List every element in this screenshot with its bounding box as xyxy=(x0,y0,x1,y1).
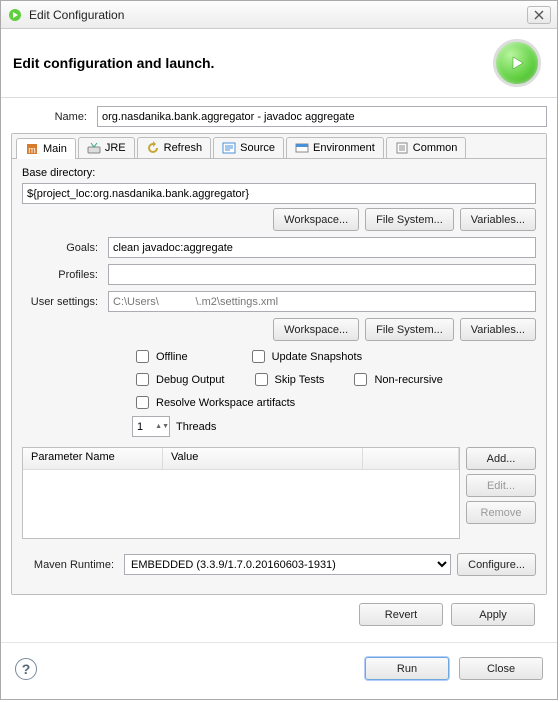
remove-button[interactable]: Remove xyxy=(466,501,536,524)
titlebar: Edit Configuration xyxy=(1,1,557,29)
name-input[interactable] xyxy=(97,106,547,127)
tab-container: m Main JRE Refresh Source Environm xyxy=(11,133,547,595)
file-system-button-1[interactable]: File System... xyxy=(365,208,454,231)
threads-label: Threads xyxy=(176,421,216,433)
user-settings-input[interactable] xyxy=(108,291,536,312)
threads-spinner[interactable]: 1 ▲▼ xyxy=(132,416,170,437)
add-button[interactable]: Add... xyxy=(466,447,536,470)
tab-refresh[interactable]: Refresh xyxy=(137,137,212,158)
refresh-icon xyxy=(146,141,160,155)
base-dir-input[interactable] xyxy=(22,183,536,204)
svg-text:m: m xyxy=(28,145,36,155)
offline-checkbox[interactable]: Offline xyxy=(132,347,188,366)
user-settings-label: User settings: xyxy=(22,296,102,308)
tab-source[interactable]: Source xyxy=(213,137,284,158)
file-system-button-2[interactable]: File System... xyxy=(365,318,454,341)
goals-label: Goals: xyxy=(22,242,102,254)
revert-button[interactable]: Revert xyxy=(359,603,443,626)
tab-jre[interactable]: JRE xyxy=(78,137,135,158)
profiles-input[interactable] xyxy=(108,264,536,285)
tab-source-label: Source xyxy=(240,142,275,154)
window-title: Edit Configuration xyxy=(29,8,527,22)
tab-environment-label: Environment xyxy=(313,142,375,154)
configure-button[interactable]: Configure... xyxy=(457,553,536,576)
run-button[interactable]: Run xyxy=(365,657,449,680)
goals-input[interactable] xyxy=(108,237,536,258)
maven-icon: m xyxy=(25,142,39,156)
close-button[interactable]: Close xyxy=(459,657,543,680)
run-icon xyxy=(493,39,541,87)
variables-button-1[interactable]: Variables... xyxy=(460,208,536,231)
dialog-header: Edit configuration and launch. xyxy=(1,29,557,98)
dialog-title: Edit configuration and launch. xyxy=(13,55,493,71)
tab-jre-label: JRE xyxy=(105,142,126,154)
tab-main-label: Main xyxy=(43,143,67,155)
debug-output-checkbox[interactable]: Debug Output xyxy=(132,370,225,389)
col-value: Value xyxy=(163,448,363,469)
apply-button[interactable]: Apply xyxy=(451,603,535,626)
common-icon xyxy=(395,141,409,155)
tab-common[interactable]: Common xyxy=(386,137,467,158)
resolve-workspace-checkbox[interactable]: Resolve Workspace artifacts xyxy=(132,393,295,412)
tab-environment[interactable]: Environment xyxy=(286,137,384,158)
maven-runtime-select[interactable]: EMBEDDED (3.3.9/1.7.0.20160603-1931) xyxy=(124,554,451,575)
col-empty xyxy=(363,448,459,469)
base-dir-label: Base directory: xyxy=(22,167,536,179)
app-icon xyxy=(7,7,23,23)
tab-main[interactable]: m Main xyxy=(16,138,76,159)
skip-tests-checkbox[interactable]: Skip Tests xyxy=(251,370,325,389)
non-recursive-checkbox[interactable]: Non-recursive xyxy=(350,370,442,389)
parameters-table[interactable]: Parameter Name Value xyxy=(22,447,460,539)
name-label: Name: xyxy=(11,111,91,123)
workspace-button-1[interactable]: Workspace... xyxy=(273,208,359,231)
workspace-button-2[interactable]: Workspace... xyxy=(273,318,359,341)
maven-runtime-label: Maven Runtime: xyxy=(22,559,118,571)
tab-common-label: Common xyxy=(413,142,458,154)
help-icon[interactable]: ? xyxy=(15,658,37,680)
source-icon xyxy=(222,141,236,155)
variables-button-2[interactable]: Variables... xyxy=(460,318,536,341)
tab-refresh-label: Refresh xyxy=(164,142,203,154)
profiles-label: Profiles: xyxy=(22,269,102,281)
jre-icon xyxy=(87,141,101,155)
environment-icon xyxy=(295,141,309,155)
col-parameter-name: Parameter Name xyxy=(23,448,163,469)
update-snapshots-checkbox[interactable]: Update Snapshots xyxy=(248,347,363,366)
edit-button[interactable]: Edit... xyxy=(466,474,536,497)
window-close-button[interactable] xyxy=(527,6,551,24)
